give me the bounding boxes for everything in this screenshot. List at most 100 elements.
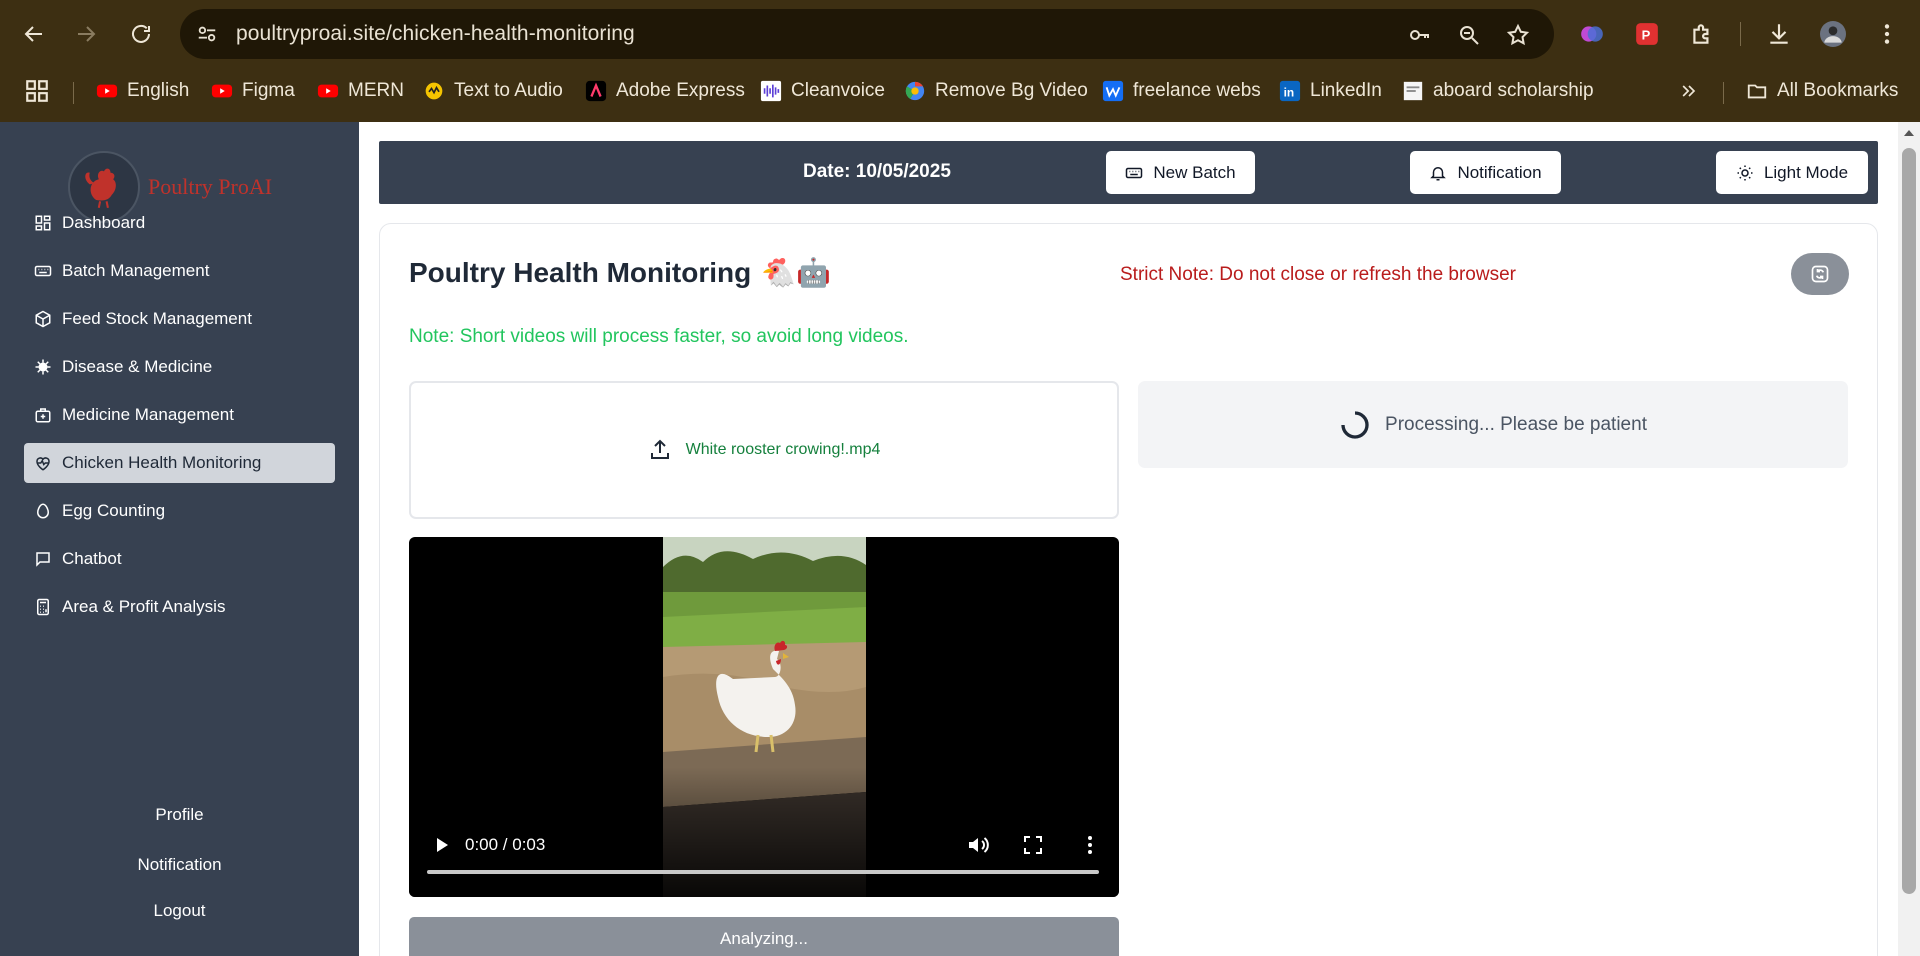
keyboard-icon — [1126, 167, 1143, 178]
webflow-icon — [1102, 80, 1124, 102]
heart-pulse-icon — [36, 457, 50, 471]
page-title: Poultry Health Monitoring 🐔🤖 — [409, 256, 831, 289]
refresh-icon — [1811, 265, 1829, 283]
bookmark-mern[interactable]: MERN — [317, 76, 404, 106]
bookmark-figma[interactable]: Figma — [211, 76, 295, 106]
sidebar-item-medicine-management[interactable]: Medicine Management — [24, 395, 335, 435]
sidebar-item-chatbot[interactable]: Chatbot — [24, 539, 335, 579]
bookmark-english[interactable]: English — [96, 76, 189, 106]
play-icon[interactable] — [429, 833, 453, 857]
spinner-icon — [1341, 410, 1369, 439]
sidebar-item-dashboard[interactable]: Dashboard — [24, 203, 335, 243]
profile-avatar-icon[interactable] — [1817, 18, 1849, 50]
adobe-express-icon — [585, 80, 607, 102]
notification-link[interactable]: Notification — [0, 855, 359, 875]
sidebar: Poultry ProAI Dashboard Batch Management… — [0, 122, 359, 956]
health-monitoring-card: Poultry Health Monitoring 🐔🤖 Strict Note… — [379, 223, 1878, 956]
short-video-note: Note: Short videos will process faster, … — [409, 326, 909, 347]
sidebar-item-egg-counting[interactable]: Egg Counting — [24, 491, 335, 531]
download-icon[interactable] — [1763, 18, 1795, 50]
bookmark-adobe-express[interactable]: Adobe Express — [585, 76, 745, 106]
video-progress-bar[interactable] — [427, 870, 1099, 874]
pdf-extension-icon[interactable]: P — [1631, 18, 1663, 50]
calculator-icon — [37, 598, 49, 616]
uploaded-filename: White rooster crowing!.mp4 — [685, 441, 881, 458]
forward-button[interactable] — [66, 14, 106, 54]
sidebar-item-batch-management[interactable]: Batch Management — [24, 251, 335, 291]
video-time: 0:00 / 0:03 — [465, 835, 546, 854]
new-batch-button[interactable]: New Batch — [1106, 151, 1255, 194]
analyzing-button[interactable]: Analyzing... — [409, 917, 1119, 956]
video-player[interactable]: 0:00 / 0:03 — [409, 537, 1119, 897]
bookmark-text-to-audio[interactable]: Text to Audio — [423, 76, 563, 106]
key-icon[interactable] — [1406, 21, 1434, 49]
batch-icon — [34, 265, 52, 277]
arrow-right-icon — [78, 26, 96, 42]
site-info-icon[interactable] — [192, 19, 222, 49]
apps-grid-icon[interactable] — [24, 78, 52, 106]
upload-icon — [650, 439, 669, 459]
chicken-robot-emoji: 🐔🤖 — [761, 257, 831, 288]
scroll-up-arrow-icon[interactable] — [1902, 128, 1916, 138]
bookmark-divider — [73, 82, 74, 104]
top-bar: Date: 10/05/2025 New Batch Notification … — [379, 141, 1878, 204]
menu-kebab-icon[interactable] — [1871, 18, 1903, 50]
reload-icon — [132, 24, 150, 43]
remove-bg-icon — [904, 80, 926, 102]
page-icon — [1402, 80, 1424, 102]
arrow-left-icon — [24, 26, 42, 42]
bookmark-freelance-webs[interactable]: freelance webs — [1102, 76, 1261, 106]
processing-status: Processing... Please be patient — [1138, 381, 1848, 468]
puzzle-extension-icon[interactable] — [1686, 18, 1718, 50]
logo-text: Poultry ProAI — [148, 174, 273, 199]
bookmark-cleanvoice[interactable]: Cleanvoice — [760, 76, 885, 106]
profile-link[interactable]: Profile — [0, 805, 359, 825]
browser-chrome: poultryproai.site/chicken-health-monitor… — [0, 0, 1920, 122]
bookmark-divider — [1723, 82, 1724, 104]
box-icon — [35, 310, 51, 328]
bookmarks-overflow-button[interactable] — [1678, 76, 1700, 106]
back-button[interactable] — [14, 14, 54, 54]
zoom-icon[interactable] — [1455, 21, 1483, 49]
bookmarks-bar: English Figma MERN Text to Audio Adobe E… — [0, 72, 1920, 108]
video-controls-overlay — [409, 767, 1119, 897]
light-mode-button[interactable]: Light Mode — [1716, 151, 1868, 194]
sidebar-item-chicken-health-monitoring[interactable]: Chicken Health Monitoring — [24, 443, 335, 483]
volume-icon[interactable] — [966, 833, 990, 857]
star-icon[interactable] — [1504, 21, 1532, 49]
refresh-button[interactable] — [1791, 253, 1849, 295]
reload-button[interactable] — [121, 14, 161, 54]
youtube-icon — [211, 80, 233, 102]
svg-text:in: in — [1284, 86, 1295, 100]
sidebar-item-area-profit-analysis[interactable]: Area & Profit Analysis — [24, 587, 335, 627]
url-text[interactable]: poultryproai.site/chicken-health-monitor… — [236, 22, 635, 46]
chevron-double-right-icon — [1678, 80, 1700, 102]
bell-icon — [1430, 166, 1447, 180]
logout-link[interactable]: Logout — [0, 901, 359, 921]
brain-extension-icon[interactable] — [1576, 18, 1608, 50]
strict-note: Strict Note: Do not close or refresh the… — [1120, 264, 1516, 285]
more-options-icon[interactable] — [1078, 833, 1102, 857]
fullscreen-icon[interactable] — [1021, 833, 1045, 857]
text-to-audio-icon — [423, 80, 445, 102]
bookmark-linkedin[interactable]: in LinkedIn — [1279, 76, 1382, 106]
chat-icon — [36, 552, 50, 567]
current-date: Date: 10/05/2025 — [803, 161, 951, 182]
youtube-icon — [317, 80, 339, 102]
sun-icon — [1737, 165, 1753, 180]
bookmark-aboard-scholarship[interactable]: aboard scholarship — [1402, 76, 1594, 106]
egg-icon — [36, 503, 50, 519]
notification-button[interactable]: Notification — [1410, 151, 1561, 194]
svg-text:P: P — [1642, 27, 1651, 42]
all-bookmarks-button[interactable]: All Bookmarks — [1746, 76, 1898, 106]
sidebar-item-disease-medicine[interactable]: Disease & Medicine — [24, 347, 335, 387]
youtube-icon — [96, 80, 118, 102]
dashboard-icon — [35, 215, 51, 231]
scrollbar-thumb[interactable] — [1902, 148, 1916, 894]
bookmark-remove-bg-video[interactable]: Remove Bg Video — [904, 76, 1088, 106]
address-bar[interactable]: poultryproai.site/chicken-health-monitor… — [180, 9, 1554, 59]
video-upload-box[interactable]: White rooster crowing!.mp4 — [409, 381, 1119, 519]
folder-icon — [1746, 80, 1768, 102]
toolbar-divider — [1740, 22, 1741, 46]
sidebar-item-feed-stock-management[interactable]: Feed Stock Management — [24, 299, 335, 339]
